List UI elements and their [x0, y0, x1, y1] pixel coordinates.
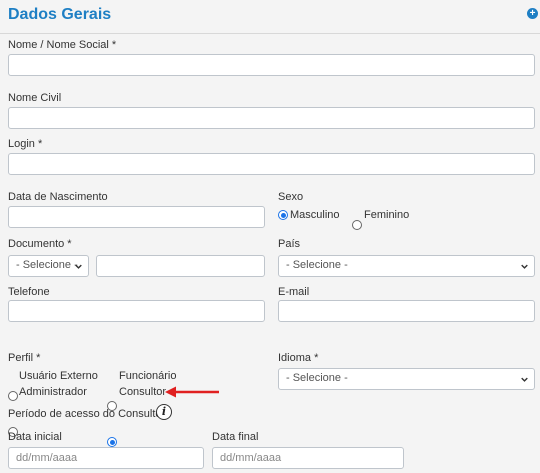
section-divider [0, 33, 540, 34]
section-title: Dados Gerais [8, 6, 112, 23]
telefone-label: Telefone [8, 286, 50, 298]
perfil-usuario-externo-radio[interactable] [8, 391, 18, 401]
idioma-label: Idioma * [278, 352, 319, 364]
nome-civil-label: Nome Civil [8, 92, 62, 104]
telefone-input[interactable] [8, 300, 265, 322]
annotation-arrow-icon [165, 386, 219, 398]
login-input[interactable] [8, 153, 535, 175]
data-inicial-input[interactable]: dd/mm/aaaa [8, 447, 204, 469]
documento-select[interactable]: - Selecione - [8, 255, 89, 277]
idioma-select-value: - Selecione - [286, 372, 348, 384]
nome-input[interactable] [8, 54, 535, 76]
documento-label: Documento * [8, 238, 72, 250]
plus-circle-icon[interactable]: + [527, 8, 538, 19]
email-input[interactable] [278, 300, 535, 322]
perfil-funcionario-label: Funcionário [119, 370, 177, 382]
idioma-select[interactable]: - Selecione - [278, 368, 535, 390]
documento-number-input[interactable] [96, 255, 265, 277]
sexo-label: Sexo [278, 191, 304, 203]
sexo-masculino-label: Masculino [290, 209, 340, 221]
documento-select-value: - Selecione - [16, 259, 78, 271]
sexo-masculino-radio[interactable] [278, 210, 288, 220]
nome-label: Nome / Nome Social * [8, 39, 117, 51]
data-final-input[interactable]: dd/mm/aaaa [212, 447, 404, 469]
sexo-feminino-label: Feminino [364, 209, 410, 221]
nascimento-input[interactable] [8, 206, 265, 228]
perfil-consultor-label: Consultor [119, 386, 167, 398]
pais-select[interactable]: - Selecione - [278, 255, 535, 277]
data-final-label: Data final [212, 431, 259, 443]
chevron-down-icon [521, 264, 528, 269]
chevron-down-icon [75, 264, 82, 269]
login-label: Login * [8, 138, 43, 150]
periodo-label: Período de acesso do Consultor [8, 408, 166, 420]
perfil-consultor-radio[interactable] [107, 437, 117, 447]
nome-civil-input[interactable] [8, 107, 535, 129]
perfil-usuario-externo-label: Usuário Externo [19, 370, 98, 382]
perfil-administrador-label: Administrador [19, 386, 87, 398]
data-inicial-label: Data inicial [8, 431, 62, 443]
info-icon[interactable]: i [156, 404, 172, 420]
chevron-down-icon [521, 377, 528, 382]
pais-label: País [278, 238, 301, 250]
data-final-placeholder: dd/mm/aaaa [220, 452, 282, 464]
data-inicial-placeholder: dd/mm/aaaa [16, 452, 78, 464]
sexo-feminino-radio[interactable] [352, 220, 362, 230]
pais-select-value: - Selecione - [286, 259, 348, 271]
nascimento-label: Data de Nascimento [8, 191, 108, 203]
email-label: E-mail [278, 286, 310, 298]
perfil-label: Perfil * [8, 352, 41, 364]
